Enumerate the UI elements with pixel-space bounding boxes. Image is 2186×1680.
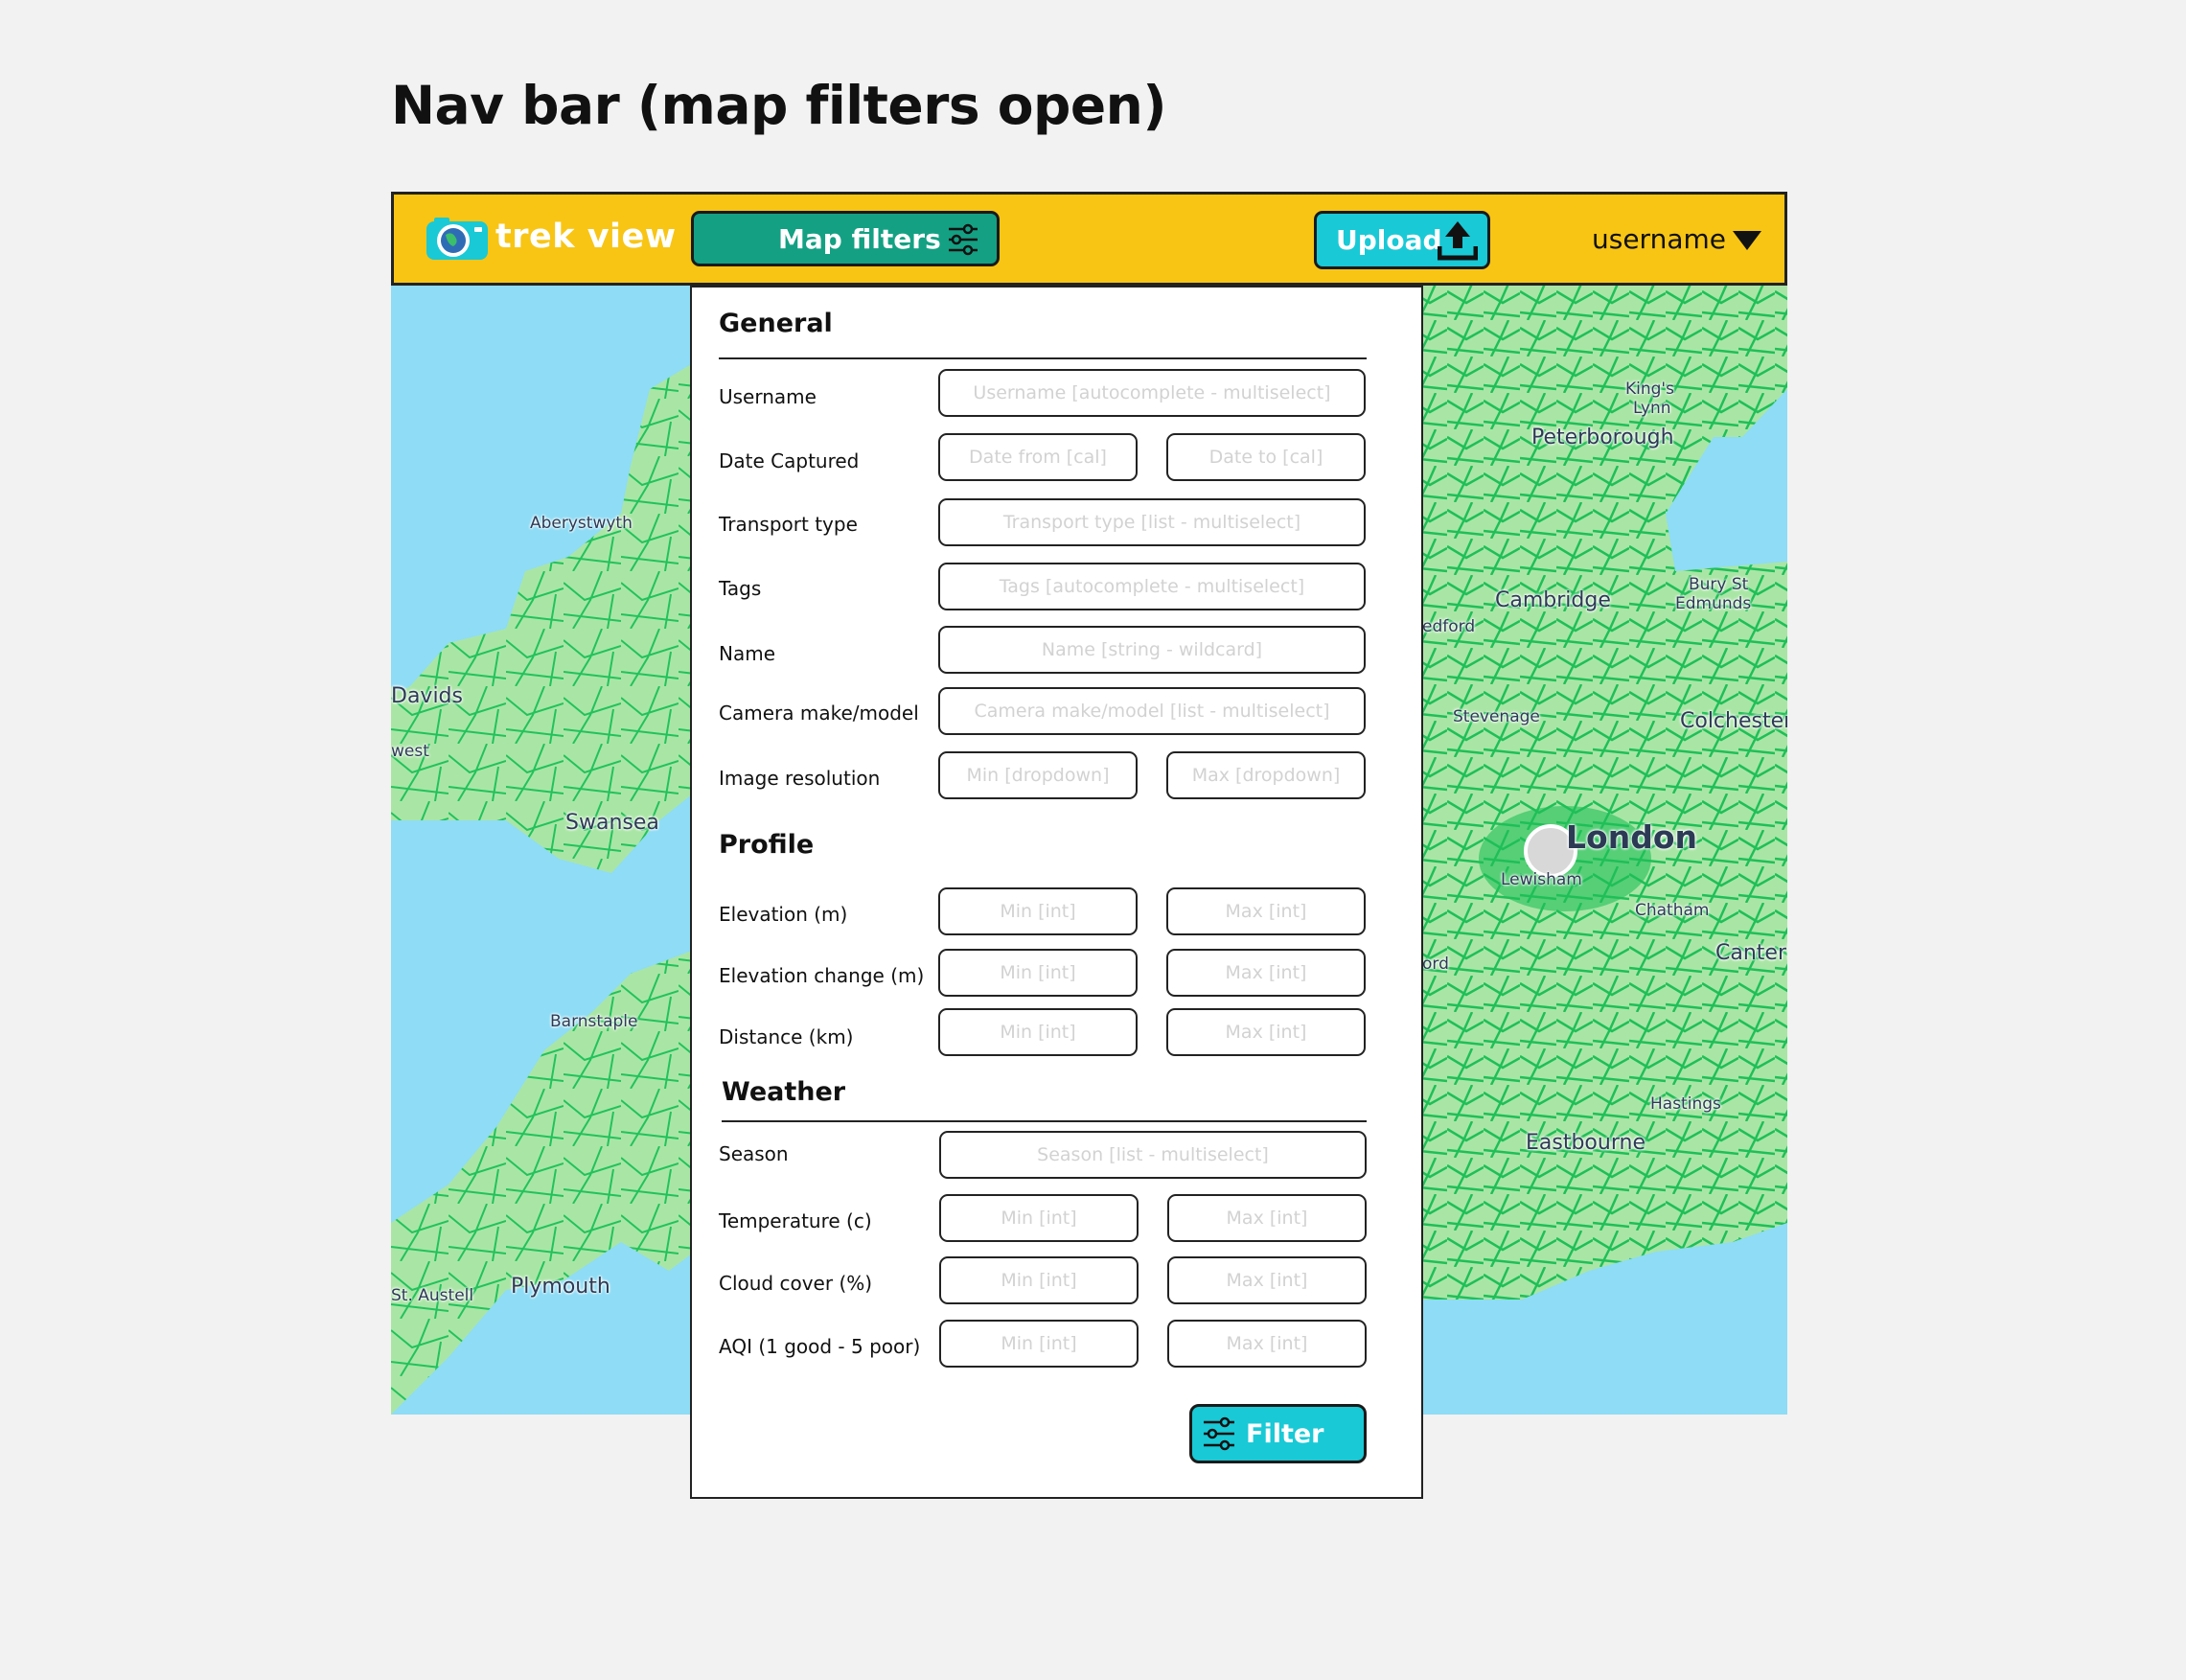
username-input[interactable]: Username [autocomplete - multiselect] (938, 369, 1366, 417)
cloud-cover-min-input[interactable]: Min [int] (939, 1256, 1139, 1304)
distance-min-input[interactable]: Min [int] (938, 1008, 1138, 1056)
map-label: Swansea (565, 811, 659, 835)
season-select[interactable]: Season [list - multiselect] (939, 1131, 1367, 1179)
map-label: Aberystwyth (530, 514, 633, 533)
map-label: Cambridge (1495, 588, 1611, 612)
elevation-change-min-input[interactable]: Min [int] (938, 949, 1138, 997)
map-label: ord (1422, 955, 1449, 974)
date-from-input[interactable]: Date from [cal] (938, 433, 1138, 481)
name-label: Name (719, 642, 776, 665)
map-label: Lewisham (1501, 870, 1582, 889)
map-label: Peterborough (1531, 426, 1674, 449)
elevation-label: Elevation (m) (719, 903, 848, 926)
map-label: Colchester (1680, 709, 1787, 733)
map-label: Hastings (1650, 1094, 1721, 1114)
brand-name[interactable]: trek view (495, 218, 677, 256)
map-label: west (391, 742, 429, 761)
map-label: Lynn (1633, 399, 1671, 418)
elevation-max-input[interactable]: Max [int] (1166, 887, 1366, 935)
temperature-max-input[interactable]: Max [int] (1167, 1194, 1367, 1242)
transport-type-select[interactable]: Transport type [list - multiselect] (938, 498, 1366, 546)
camera-select[interactable]: Camera make/model [list - multiselect] (938, 687, 1366, 735)
map-label: Bury St (1689, 575, 1749, 594)
distance-max-input[interactable]: Max [int] (1166, 1008, 1366, 1056)
username-label: Username (719, 385, 817, 408)
sliders-icon (1202, 1416, 1236, 1458)
temperature-label: Temperature (c) (719, 1209, 872, 1232)
resolution-min-select[interactable]: Min [dropdown] (938, 751, 1138, 799)
elevation-change-label: Elevation change (m) (719, 964, 925, 987)
camera-label: Camera make/model (719, 702, 919, 725)
transport-type-label: Transport type (719, 513, 858, 536)
section-heading-weather: Weather (722, 1077, 846, 1107)
filter-label: Filter (1246, 1418, 1324, 1449)
chevron-down-icon[interactable] (1733, 231, 1761, 250)
divider (722, 1120, 1367, 1122)
divider (719, 357, 1367, 359)
map-label: Canterb (1715, 941, 1787, 965)
map-label: London (1566, 818, 1697, 856)
name-input[interactable]: Name [string - wildcard] (938, 626, 1366, 674)
page-title: Nav bar (map filters open) (391, 75, 1166, 136)
resolution-label: Image resolution (719, 767, 881, 790)
map-label: Plymouth (511, 1275, 610, 1299)
map-label: edford (1422, 617, 1476, 636)
upload-icon (1437, 219, 1479, 268)
map-label: St. Austell (391, 1286, 474, 1305)
map-label: Stevenage (1453, 707, 1540, 726)
map-label: Chatham (1635, 901, 1710, 920)
tags-label: Tags (719, 577, 762, 600)
app-frame: Aberystwyth Davids west Swansea Barnstap… (391, 192, 1787, 1499)
aqi-label: AQI (1 good - 5 poor) (719, 1335, 921, 1358)
temperature-min-input[interactable]: Min [int] (939, 1194, 1139, 1242)
elevation-change-max-input[interactable]: Max [int] (1166, 949, 1366, 997)
map-label: Barnstaple (550, 1012, 638, 1031)
aqi-max-input[interactable]: Max [int] (1167, 1320, 1367, 1368)
map-filters-panel: General Username Username [autocomplete … (690, 286, 1423, 1499)
map-label: Eastbourne (1526, 1131, 1645, 1155)
cloud-cover-max-input[interactable]: Max [int] (1167, 1256, 1367, 1304)
tags-input[interactable]: Tags [autocomplete - multiselect] (938, 563, 1366, 610)
username-menu[interactable]: username (1592, 223, 1726, 255)
section-heading-general: General (719, 309, 833, 338)
section-heading-profile: Profile (719, 830, 815, 860)
sliders-icon (947, 223, 979, 263)
map-label: Davids (391, 684, 463, 708)
map-filters-button[interactable]: Map filters (691, 211, 1000, 266)
distance-label: Distance (km) (719, 1025, 854, 1048)
camera-globe-icon[interactable] (425, 216, 490, 262)
upload-label: Upload (1336, 224, 1442, 256)
map-label: King's (1625, 380, 1674, 399)
elevation-min-input[interactable]: Min [int] (938, 887, 1138, 935)
cloud-cover-label: Cloud cover (%) (719, 1272, 873, 1295)
resolution-max-select[interactable]: Max [dropdown] (1166, 751, 1366, 799)
season-label: Season (719, 1142, 789, 1165)
filter-submit-button[interactable]: Filter (1189, 1404, 1367, 1463)
map-filters-label: Map filters (778, 222, 941, 255)
aqi-min-input[interactable]: Min [int] (939, 1320, 1139, 1368)
date-captured-label: Date Captured (719, 449, 860, 472)
date-to-input[interactable]: Date to [cal] (1166, 433, 1366, 481)
upload-button[interactable]: Upload (1314, 211, 1490, 269)
map-label: Edmunds (1675, 594, 1752, 613)
navbar: trek view Map filters Upload username (391, 192, 1787, 286)
